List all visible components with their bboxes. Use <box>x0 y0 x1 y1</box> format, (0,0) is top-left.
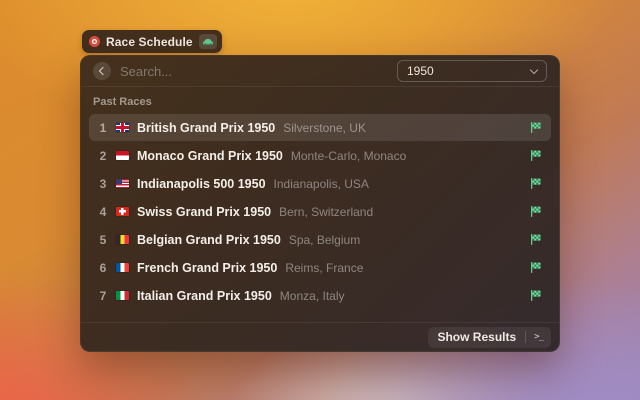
year-dropdown-value: 1950 <box>407 64 434 78</box>
race-title: French Grand Prix 1950 <box>137 260 278 275</box>
race-rank: 2 <box>99 148 107 163</box>
search-bar: 1950 <box>81 56 559 87</box>
race-title: Belgian Grand Prix 1950 <box>137 232 281 247</box>
race-list: 1 British Grand Prix 1950 Silverstone, U… <box>89 114 551 309</box>
france-flag-icon <box>116 263 129 272</box>
race-title: Indianapolis 500 1950 <box>137 176 266 191</box>
search-input[interactable] <box>120 63 388 79</box>
back-button[interactable] <box>93 62 111 80</box>
show-results-button[interactable]: Show Results >_ <box>428 326 551 348</box>
race-list-item[interactable]: 5 Belgian Grand Prix 1950 Spa, Belgium <box>89 226 551 253</box>
terminal-key-icon: >_ <box>534 332 544 342</box>
race-location: Indianapolis, USA <box>273 176 369 191</box>
race-schedule-window: 1950 Past Races 1 British Grand Prix 195… <box>80 55 560 352</box>
show-results-label: Show Results <box>437 330 517 344</box>
checkered-flag-icon <box>529 205 542 218</box>
race-title: British Grand Prix 1950 <box>137 120 276 135</box>
chevron-down-icon <box>529 65 539 74</box>
race-rank: 6 <box>99 260 107 275</box>
year-dropdown[interactable]: 1950 <box>397 60 547 82</box>
footer-bar: Show Results >_ <box>81 322 559 351</box>
switzerland-flag-icon <box>116 207 129 216</box>
section-title: Past Races <box>93 96 152 108</box>
race-rank: 4 <box>99 204 107 219</box>
race-schedule-tooltip: Race Schedule <box>82 30 222 53</box>
checkered-flag-icon <box>529 121 542 134</box>
checkered-flag-icon <box>529 149 542 162</box>
race-location: Spa, Belgium <box>288 232 361 247</box>
race-location: Monza, Italy <box>279 288 345 303</box>
race-location: Bern, Switzerland <box>279 204 374 219</box>
race-rank: 3 <box>99 176 107 191</box>
race-rank: 5 <box>99 232 107 247</box>
race-list-item[interactable]: 7 Italian Grand Prix 1950 Monza, Italy <box>89 282 551 309</box>
tooltip-label: Race Schedule <box>106 34 193 49</box>
chevron-left-icon <box>98 66 108 76</box>
race-location: Monte-Carlo, Monaco <box>290 148 407 163</box>
uk-flag-icon <box>116 123 129 132</box>
checkered-flag-icon <box>529 261 542 274</box>
monaco-flag-icon <box>116 151 129 160</box>
race-title: Italian Grand Prix 1950 <box>137 288 272 303</box>
checkered-flag-icon <box>529 289 542 302</box>
checkered-flag-icon <box>529 233 542 246</box>
race-list-item[interactable]: 6 French Grand Prix 1950 Reims, France <box>89 254 551 281</box>
race-rank: 1 <box>99 120 107 135</box>
race-title: Swiss Grand Prix 1950 <box>137 204 272 219</box>
race-location: Silverstone, UK <box>283 120 366 135</box>
checkered-flag-icon <box>529 177 542 190</box>
race-list-item[interactable]: 4 Swiss Grand Prix 1950 Bern, Switzerlan… <box>89 198 551 225</box>
italy-flag-icon <box>116 291 129 300</box>
results-area: Past Races 1 British Grand Prix 1950 Sil… <box>81 87 559 322</box>
race-car-icon <box>198 34 217 49</box>
desktop-wallpaper: Race Schedule 1950 Past Races 1 <box>0 0 640 400</box>
usa-flag-icon <box>116 179 129 188</box>
race-rank: 7 <box>99 288 107 303</box>
record-dot-icon <box>89 36 100 47</box>
race-list-item[interactable]: 1 British Grand Prix 1950 Silverstone, U… <box>89 114 551 141</box>
race-list-item[interactable]: 3 Indianapolis 500 1950 Indianapolis, US… <box>89 170 551 197</box>
race-title: Monaco Grand Prix 1950 <box>137 148 283 163</box>
belgium-flag-icon <box>116 235 129 244</box>
race-location: Reims, France <box>285 260 364 275</box>
race-list-item[interactable]: 2 Monaco Grand Prix 1950 Monte-Carlo, Mo… <box>89 142 551 169</box>
